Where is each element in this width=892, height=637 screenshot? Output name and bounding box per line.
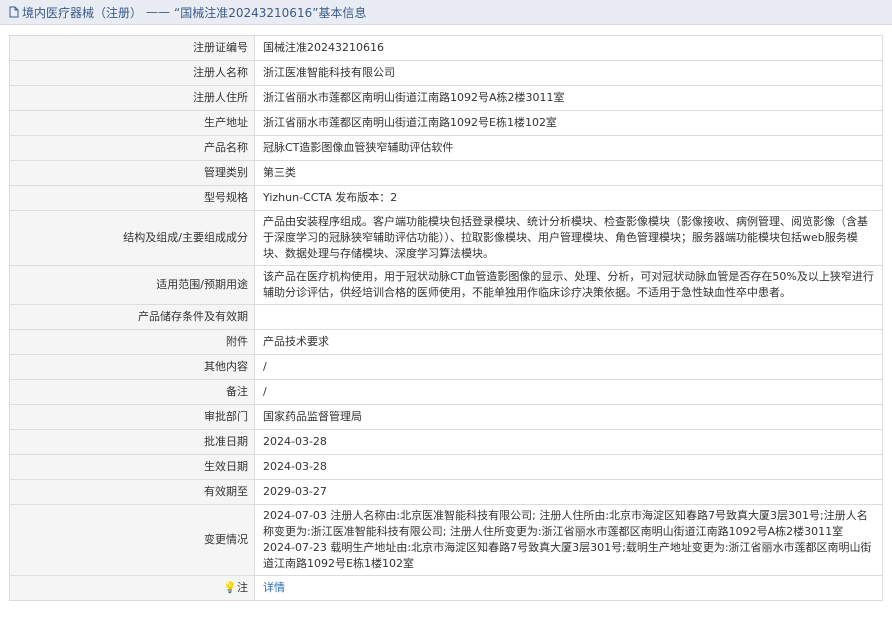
row-value: 产品技术要求 xyxy=(254,329,883,355)
row-label: 结构及组成/主要组成成分 xyxy=(9,210,255,266)
header-separator: —— xyxy=(146,5,171,19)
row-value: 浙江省丽水市莲都区南明山街道江南路1092号E栋1楼102室 xyxy=(254,110,883,136)
table-row: 生产地址 浙江省丽水市莲都区南明山街道江南路1092号E栋1楼102室 xyxy=(9,110,883,136)
row-label-note: 💡注 xyxy=(9,575,255,601)
row-label: 管理类别 xyxy=(9,160,255,186)
row-value: 2024-03-28 xyxy=(254,429,883,455)
bulb-icon: 💡 xyxy=(223,581,237,594)
row-label: 型号规格 xyxy=(9,185,255,211)
row-value: / xyxy=(254,354,883,380)
table-row: 有效期至 2029-03-27 xyxy=(9,479,883,505)
table-row: 注册人名称 浙江医准智能科技有限公司 xyxy=(9,60,883,86)
row-value: 国械注准20243210616 xyxy=(254,35,883,61)
row-value: / xyxy=(254,379,883,405)
row-label: 注册证编号 xyxy=(9,35,255,61)
table-row: 生效日期 2024-03-28 xyxy=(9,454,883,480)
row-value: 冠脉CT造影图像血管狭窄辅助评估软件 xyxy=(254,135,883,161)
row-label: 变更情况 xyxy=(9,504,255,576)
table-row: 型号规格 Yizhun-CCTA 发布版本：2 xyxy=(9,185,883,211)
table-row-change: 变更情况 2024-07-03 注册人名称由:北京医准智能科技有限公司; 注册人… xyxy=(9,504,883,576)
row-label: 批准日期 xyxy=(9,429,255,455)
change-history: 2024-07-03 注册人名称由:北京医准智能科技有限公司; 注册人住所由:北… xyxy=(254,504,883,576)
row-label: 审批部门 xyxy=(9,404,255,430)
row-value: 2029-03-27 xyxy=(254,479,883,505)
table-row: 批准日期 2024-03-28 xyxy=(9,429,883,455)
row-label: 附件 xyxy=(9,329,255,355)
row-label: 生产地址 xyxy=(9,110,255,136)
table-row: 注册证编号 国械注准20243210616 xyxy=(9,35,883,61)
row-label: 注册人名称 xyxy=(9,60,255,86)
row-value: 浙江省丽水市莲都区南明山街道江南路1092号A栋2楼3011室 xyxy=(254,85,883,111)
document-icon xyxy=(8,6,20,18)
row-label: 适用范围/预期用途 xyxy=(9,265,255,305)
table-row: 其他内容 / xyxy=(9,354,883,380)
row-value: 产品由安装程序组成。客户端功能模块包括登录模块、统计分析模块、检查影像模块（影像… xyxy=(254,210,883,266)
table-row: 适用范围/预期用途 该产品在医疗机构使用，用于冠状动脉CT血管造影图像的显示、处理… xyxy=(9,265,883,305)
table-row: 产品名称 冠脉CT造影图像血管狭窄辅助评估软件 xyxy=(9,135,883,161)
row-label: 有效期至 xyxy=(9,479,255,505)
row-label: 产品储存条件及有效期 xyxy=(9,304,255,330)
row-value: 浙江医准智能科技有限公司 xyxy=(254,60,883,86)
row-value: 该产品在医疗机构使用，用于冠状动脉CT血管造影图像的显示、处理、分析，可对冠状动… xyxy=(254,265,883,305)
row-value xyxy=(254,304,883,330)
table-row: 注册人住所 浙江省丽水市莲都区南明山街道江南路1092号A栋2楼3011室 xyxy=(9,85,883,111)
table-row: 管理类别 第三类 xyxy=(9,160,883,186)
details-link[interactable]: 详情 xyxy=(263,581,285,594)
change-line-1: 2024-07-03 注册人名称由:北京医准智能科技有限公司; 注册人住所由:北… xyxy=(263,509,868,538)
table-row-note: 💡注 详情 xyxy=(9,575,883,601)
table-row: 产品储存条件及有效期 xyxy=(9,304,883,330)
table-row: 结构及组成/主要组成成分 产品由安装程序组成。客户端功能模块包括登录模块、统计分析… xyxy=(9,210,883,266)
info-table: 注册证编号 国械注准20243210616 注册人名称 浙江医准智能科技有限公司 注册人… xyxy=(9,35,883,601)
row-label: 注册人住所 xyxy=(9,85,255,111)
row-label: 产品名称 xyxy=(9,135,255,161)
row-value: Yizhun-CCTA 发布版本：2 xyxy=(254,185,883,211)
table-row: 备注 / xyxy=(9,379,883,405)
row-value: 第三类 xyxy=(254,160,883,186)
page-title: “国械注准20243210616”基本信息 xyxy=(174,5,367,20)
table-row: 附件 产品技术要求 xyxy=(9,329,883,355)
row-value: 2024-03-28 xyxy=(254,454,883,480)
row-label: 其他内容 xyxy=(9,354,255,380)
page-header: 境内医疗器械（注册） —— “国械注准20243210616”基本信息 xyxy=(0,0,892,25)
change-line-2: 2024-07-23 载明生产地址由:北京市海淀区知春路7号致真大厦3层301号… xyxy=(263,541,872,570)
header-prefix: 境内医疗器械（注册） xyxy=(22,5,143,20)
row-label: 生效日期 xyxy=(9,454,255,480)
table-row: 审批部门 国家药品监督管理局 xyxy=(9,404,883,430)
row-label: 备注 xyxy=(9,379,255,405)
row-value: 国家药品监督管理局 xyxy=(254,404,883,430)
